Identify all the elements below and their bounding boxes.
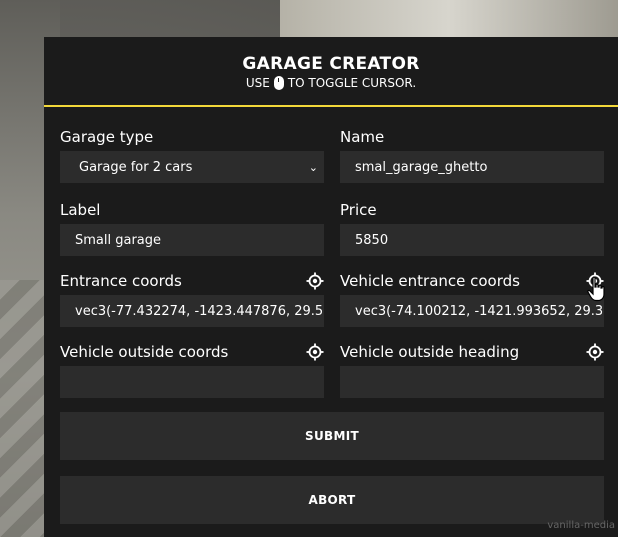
crosshair-target-icon[interactable] <box>586 343 604 361</box>
crosshair-target-icon[interactable] <box>306 343 324 361</box>
hand-pointer-icon <box>587 276 605 302</box>
garage-type-select[interactable]: Garage for 2 cars ⌄ <box>60 151 324 183</box>
label-field: Label Small garage <box>60 196 324 256</box>
vehicle-entrance-coords-label: Vehicle entrance coords <box>340 272 520 290</box>
label-label: Label <box>60 201 101 219</box>
mouse-icon <box>273 76 284 90</box>
garage-type-field: Garage type Garage for 2 cars ⌄ <box>60 123 324 183</box>
name-field: Name smal_garage_ghetto <box>340 123 604 183</box>
subtitle-toggle: TO TOGGLE CURSOR. <box>287 76 417 90</box>
vehicle-outside-heading-input[interactable] <box>340 366 604 398</box>
panel-header: GARAGE CREATOR USE TO TOGGLE CURSOR. <box>44 37 618 107</box>
entrance-coords-input[interactable]: vec3(-77.432274, -1423.447876, 29.57 <box>60 295 324 327</box>
price-input[interactable]: 5850 <box>340 224 604 256</box>
vehicle-outside-coords-input[interactable] <box>60 366 324 398</box>
watermark: vanilla-media <box>547 520 615 531</box>
price-field: Price 5850 <box>340 196 604 256</box>
abort-button[interactable]: ABORT <box>60 476 604 524</box>
panel-title: GARAGE CREATOR <box>242 54 420 74</box>
vehicle-entrance-coords-input[interactable]: vec3(-74.100212, -1421.993652, 29.320 <box>340 295 604 327</box>
vehicle-outside-heading-field: Vehicle outside heading <box>340 338 604 398</box>
entrance-coords-label: Entrance coords <box>60 272 182 290</box>
garage-form: Garage type Garage for 2 cars ⌄ Name sma… <box>60 123 604 398</box>
vehicle-outside-coords-label: Vehicle outside coords <box>60 343 229 361</box>
crosshair-target-icon[interactable] <box>306 272 324 290</box>
chevron-down-icon: ⌄ <box>308 160 318 174</box>
name-input[interactable]: smal_garage_ghetto <box>340 151 604 183</box>
panel-subtitle: USE TO TOGGLE CURSOR. <box>44 76 618 90</box>
entrance-coords-field: Entrance coords vec3(-77.432274, -1423.4… <box>60 267 324 327</box>
vehicle-outside-coords-field: Vehicle outside coords <box>60 338 324 398</box>
garage-creator-panel: GARAGE CREATOR USE TO TOGGLE CURSOR. Gar… <box>44 37 618 537</box>
vehicle-outside-heading-label: Vehicle outside heading <box>340 343 520 361</box>
label-input[interactable]: Small garage <box>60 224 324 256</box>
background-light <box>280 0 618 40</box>
vehicle-entrance-coords-field: Vehicle entrance coords vec3(-74.100212,… <box>340 267 604 327</box>
garage-type-value: Garage for 2 cars <box>79 159 193 175</box>
subtitle-use: USE <box>245 76 270 90</box>
garage-type-label: Garage type <box>60 128 154 146</box>
submit-button[interactable]: SUBMIT <box>60 412 604 460</box>
name-label: Name <box>340 128 385 146</box>
price-label: Price <box>340 201 377 219</box>
